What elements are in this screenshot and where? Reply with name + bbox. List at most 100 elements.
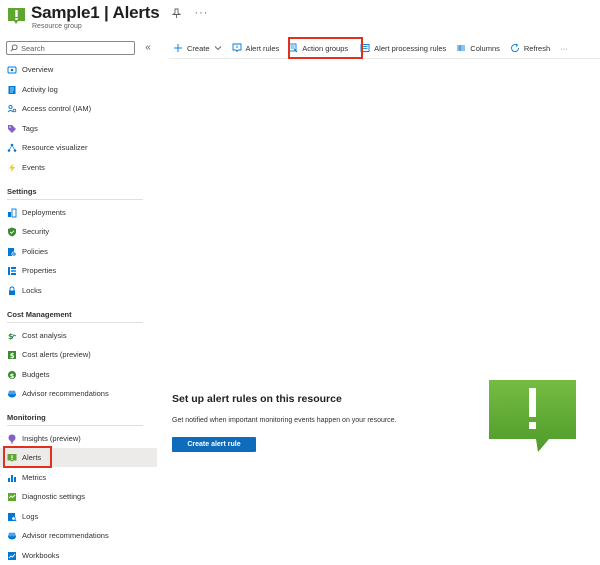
refresh-icon: [510, 43, 520, 53]
sidebar-item-resource-visualizer[interactable]: Resource visualizer: [0, 138, 157, 157]
action-groups-highlight-box: [288, 37, 363, 59]
sidebar-item-label: Access control (IAM): [22, 104, 92, 113]
alert-rules-label: Alert rules: [245, 43, 280, 53]
insights-icon: [7, 434, 17, 444]
resource-visualizer-icon: [7, 143, 17, 153]
columns-icon: [456, 43, 466, 53]
sidebar-item-deployments[interactable]: Deployments: [0, 203, 157, 222]
sidebar-item-label: Cost alerts (preview): [22, 350, 91, 359]
sidebar-item-label: Tags: [22, 124, 38, 133]
sidebar-item-advisor-recommendations[interactable]: Advisor recommendations: [0, 384, 157, 403]
section-divider: [7, 425, 143, 426]
sidebar-item-label: Policies: [22, 247, 48, 256]
section-header-cost-management: Cost Management: [7, 310, 72, 319]
create-alert-rule-button[interactable]: Create alert rule: [172, 437, 256, 452]
page-subtitle: Resource group: [32, 23, 82, 30]
activity-log-icon: [7, 85, 17, 95]
refresh-label: Refresh: [523, 43, 551, 53]
toolbar-more-button[interactable]: ···: [560, 39, 568, 57]
advisor-icon: [7, 531, 17, 541]
sidebar-item-metrics[interactable]: Metrics: [0, 468, 157, 487]
page-title: Sample1 | Alerts: [31, 3, 160, 22]
sidebar-item-label: Resource visualizer: [22, 143, 88, 152]
sidebar-item-workbooks[interactable]: Workbooks: [0, 546, 157, 565]
sidebar-item-label: Activity log: [22, 85, 58, 94]
sidebar-item-properties[interactable]: Properties: [0, 261, 157, 280]
sidebar-item-label: Workbooks: [22, 551, 60, 560]
advisor-icon: [7, 389, 17, 399]
columns-label: Columns: [470, 43, 500, 53]
workbooks-icon: [7, 551, 17, 561]
refresh-button[interactable]: Refresh: [510, 39, 550, 57]
search-box[interactable]: [6, 41, 135, 55]
sidebar-item-budgets[interactable]: $ Budgets: [0, 365, 157, 384]
sidebar-item-cost-analysis[interactable]: $ Cost analysis: [0, 326, 157, 345]
alert-processing-rules-button[interactable]: Alert processing rules: [360, 39, 446, 57]
sidebar-item-label: Metrics: [22, 473, 47, 482]
sidebar-item-overview[interactable]: Overview: [0, 60, 157, 79]
budgets-icon: $: [7, 370, 17, 380]
create-label: Create: [187, 43, 210, 53]
search-icon: [10, 44, 18, 52]
sidebar-item-access-control[interactable]: Access control (IAM): [0, 99, 157, 118]
alerts-resource-icon: [8, 8, 25, 24]
sidebar-item-locks[interactable]: Locks: [0, 281, 157, 300]
sidebar-item-events[interactable]: Events: [0, 158, 157, 177]
collapse-sidebar-button[interactable]: «: [143, 41, 153, 55]
sidebar-item-label: Insights (preview): [22, 434, 81, 443]
sidebar-item-tags[interactable]: Tags: [0, 119, 157, 138]
sidebar-item-label: Cost analysis: [22, 331, 67, 340]
section-divider: [7, 322, 143, 323]
properties-icon: [7, 266, 17, 276]
toolbar-divider: [169, 58, 600, 59]
alert-rules-button[interactable]: Alert rules: [232, 39, 280, 57]
more-options-icon[interactable]: ···: [194, 7, 208, 19]
sidebar-item-label: Locks: [22, 286, 42, 295]
alerts-highlight-box: [3, 446, 52, 468]
access-control-icon: [7, 104, 17, 114]
create-button[interactable]: Create: [173, 39, 222, 57]
plus-icon: [173, 43, 183, 53]
deployments-icon: [7, 208, 17, 218]
sidebar-item-label: Diagnostic settings: [22, 492, 85, 501]
columns-button[interactable]: Columns: [456, 39, 500, 57]
section-header-settings: Settings: [7, 187, 37, 196]
sidebar-item-label: Properties: [22, 266, 57, 275]
lightning-icon: [7, 163, 17, 173]
svg-text:$: $: [10, 352, 15, 360]
policies-icon: [7, 247, 17, 257]
section-divider: [7, 199, 143, 200]
cost-analysis-icon: $: [7, 331, 17, 341]
tag-icon: [7, 124, 17, 134]
empty-state-title: Set up alert rules on this resource: [172, 393, 342, 405]
alert-illustration-icon: [489, 380, 576, 452]
pin-icon[interactable]: [171, 8, 182, 19]
sidebar-item-label: Overview: [22, 65, 54, 74]
metrics-icon: [7, 473, 17, 483]
shield-icon: [7, 227, 17, 237]
sidebar-item-policies[interactable]: Policies: [0, 242, 157, 261]
empty-state-description: Get notified when important monitoring e…: [172, 417, 397, 424]
sidebar-item-label: Logs: [22, 512, 39, 521]
alert-rules-icon: [232, 43, 242, 53]
sidebar-item-diagnostic-settings[interactable]: Diagnostic settings: [0, 487, 157, 506]
sidebar-item-label: Advisor recommendations: [22, 531, 109, 540]
sidebar-item-label: Deployments: [22, 208, 66, 217]
sidebar-item-activity-log[interactable]: Activity log: [0, 80, 157, 99]
sidebar-item-label: Events: [22, 163, 45, 172]
overview-icon: [7, 65, 17, 75]
sidebar-item-cost-alerts[interactable]: $ Cost alerts (preview): [0, 345, 157, 364]
search-input[interactable]: [21, 43, 131, 53]
svg-text:$: $: [10, 371, 15, 379]
cost-alerts-icon: $: [7, 350, 17, 360]
sidebar-item-security[interactable]: Security: [0, 222, 157, 241]
section-header-monitoring: Monitoring: [7, 413, 46, 422]
command-bar: Create Alert rules Action groups Alert p…: [169, 38, 600, 58]
sidebar-item-logs[interactable]: Logs: [0, 507, 157, 526]
sidebar-item-label: Advisor recommendations: [22, 389, 109, 398]
sidebar-item-label: Budgets: [22, 370, 50, 379]
alert-processing-rules-label: Alert processing rules: [374, 43, 447, 53]
page-header: Sample1 | Alerts ··· Resource group: [0, 0, 600, 38]
sidebar-item-advisor-recommendations-monitoring[interactable]: Advisor recommendations: [0, 526, 157, 545]
diagnostic-settings-icon: [7, 492, 17, 502]
